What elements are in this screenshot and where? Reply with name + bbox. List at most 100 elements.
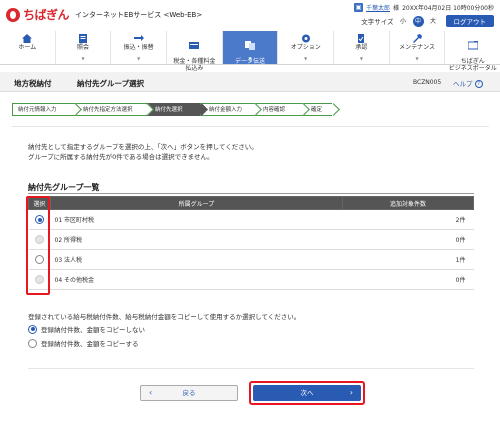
group-count: 1件 [342, 249, 474, 270]
chevron-down-icon: ▼ [81, 56, 85, 62]
group-name: 01 市区町村税 [50, 209, 343, 230]
instruction-line-2: グループに所属する納付先が0件である場合は選択できません。 [28, 153, 214, 161]
col-group: 所属グループ [50, 196, 343, 210]
font-medium-button[interactable]: 中 [412, 15, 424, 27]
nav-approval-label: 承認 [355, 44, 368, 51]
maintenance-icon [413, 34, 423, 43]
header: ちばぎん インターネットEBサービス <Web-EB> ▣ 千葉太郎 様 20X… [0, 0, 500, 30]
font-small-button[interactable]: 小 [398, 16, 409, 27]
chevron-down-icon: ▼ [359, 56, 363, 62]
nav-inquiry[interactable]: 照会 ▼ [56, 31, 112, 64]
option-icon [301, 34, 310, 43]
group-name: 04 その他税金 [50, 269, 343, 290]
group-name: 03 法人税 [50, 249, 343, 270]
font-size-label: 文字サイズ [361, 18, 394, 26]
logout-button[interactable]: ログアウト [445, 15, 494, 27]
nav-option[interactable]: オプション ▼ [278, 31, 335, 64]
page-subtitle: 納付先グループ選択 [77, 79, 145, 88]
page-title: 地方税納付 [14, 79, 52, 88]
nav-option-label: オプション [290, 44, 321, 51]
nav-maintenance[interactable]: メンテナンス ▼ [390, 31, 446, 64]
nav-maintenance-label: メンテナンス [399, 44, 435, 51]
step-label: 納付金額入力 [209, 107, 243, 113]
divider [28, 193, 474, 194]
screen-code: BCZN005 [413, 79, 442, 86]
help-link[interactable]: ヘルプ ? [453, 78, 483, 88]
tax-payment-icon [189, 41, 200, 49]
chevron-down-icon: ▼ [248, 56, 252, 62]
group-list-title: 納付先グループ一覧 [28, 183, 100, 192]
nav-tax-payment-label: 税金・各種料金 払込み [173, 57, 216, 72]
user-icon: ▣ [354, 3, 364, 12]
font-size-selector: 文字サイズ 小 中 大 ログアウト [361, 15, 494, 27]
user-suffix: 様 [393, 5, 400, 12]
user-info: ▣ 千葉太郎 様 20XX年04月02日 10時00分00秒 [354, 3, 494, 12]
group-count: 2件 [342, 209, 474, 230]
group-count: 0件 [342, 269, 474, 290]
table-row[interactable]: 01 市区町村税 2件 [28, 209, 474, 230]
table-row: 02 所得税 0件 [28, 229, 474, 250]
copy-option-yes[interactable]: 登録納付件数、金額をコピーする [28, 338, 139, 348]
nav-data-transfer[interactable]: データ伝送 (総合振込等) ▼ [222, 31, 279, 72]
service-name: インターネットEBサービス <Web-EB> [75, 10, 203, 19]
instruction-line-1: 納付先として指定するグループを選択の上、「次へ」ボタンを押してください。 [28, 143, 258, 151]
back-button-label: 戻る [182, 389, 196, 397]
group-name: 02 所得税 [50, 229, 343, 250]
step-indicator: 納付元情報入力 納付先指定方法選択 納付先選択 納付金額入力 内容確認 確定 [12, 103, 340, 116]
next-button-highlight [249, 381, 365, 405]
brand-logo[interactable]: ちばぎん インターネットEBサービス <Web-EB> [6, 6, 202, 23]
help-icon: ? [474, 80, 483, 88]
transfer-icon [133, 35, 144, 41]
inquiry-icon [79, 34, 87, 43]
back-button[interactable]: ‹ 戻る [140, 385, 238, 401]
table-row[interactable]: 03 法人税 1件 [28, 249, 474, 270]
page-title-bar: 地方税納付 納付先グループ選択 BCZN005 ヘルプ ? [0, 72, 500, 92]
copy-option-label: 登録納付件数、金額をコピーしない [41, 326, 145, 334]
step-label: 納付先指定方法選択 [83, 107, 133, 113]
chevron-down-icon: ▼ [304, 56, 308, 62]
nav-transfer[interactable]: 振込・振替 ▼ [111, 31, 168, 64]
nav-business-portal[interactable]: ちばぎん ビジネスポータル [445, 31, 500, 72]
user-name-link[interactable]: 千葉太郎 [366, 3, 390, 12]
approval-icon [358, 34, 365, 43]
chevron-down-icon: ▼ [415, 56, 419, 62]
step-4: 納付金額入力 [200, 103, 262, 116]
font-large-button[interactable]: 大 [428, 16, 439, 27]
col-count: 追加対象件数 [342, 196, 474, 210]
copy-yes-radio[interactable] [28, 338, 37, 348]
table-row: 04 その他税金 0件 [28, 269, 474, 290]
portal-icon [467, 40, 478, 50]
nav-home[interactable]: ホーム [0, 31, 56, 64]
step-label: 内容確認 [263, 107, 286, 113]
select-column-highlight [26, 196, 50, 295]
step-label: 納付元情報入力 [18, 107, 57, 113]
chevron-left-icon: ‹ [149, 388, 153, 397]
copy-question: 登録されている給与税納付件数、給与税納付金額をコピーして使用するか選択してくださ… [28, 313, 301, 321]
instructions: 納付先として指定するグループを選択の上、「次へ」ボタンを押してください。 グルー… [28, 142, 258, 162]
data-transfer-icon [245, 40, 256, 50]
nav-inquiry-label: 照会 [77, 44, 90, 51]
copy-option-no[interactable]: 登録納付件数、金額をコピーしない [28, 324, 145, 334]
group-table: 選択 所属グループ 追加対象件数 01 市区町村税 2件 02 所得税 0件 0… [28, 196, 474, 290]
step-3-current: 納付先選択 [146, 103, 208, 116]
divider [28, 368, 474, 369]
brand-name: ちばぎん [23, 8, 70, 22]
nav-approval[interactable]: 承認 ▼ [334, 31, 390, 64]
nav-home-label: ホーム [18, 44, 37, 51]
help-label: ヘルプ [453, 80, 473, 88]
step-2: 納付先指定方法選択 [74, 103, 154, 116]
step-1: 納付元情報入力 [12, 103, 82, 116]
chibagin-logo-icon [6, 7, 20, 22]
group-count: 0件 [342, 229, 474, 250]
nav-transfer-label: 振込・振替 [123, 44, 154, 51]
nav-business-portal-label: ちばぎん ビジネスポータル [448, 57, 497, 72]
chevron-down-icon: ▼ [137, 56, 141, 62]
nav-tax-payment[interactable]: 税金・各種料金 払込み [167, 31, 223, 72]
home-icon [22, 34, 33, 43]
step-label: 納付先選択 [155, 107, 183, 113]
copy-no-radio[interactable] [28, 324, 37, 334]
step-label: 確定 [311, 107, 323, 113]
global-nav: ホーム 照会 ▼ 振込・振替 ▼ 税金・各種料金 払込み データ伝送 (総合振込… [0, 31, 500, 72]
copy-option-label: 登録納付件数、金額をコピーする [41, 340, 139, 348]
login-datetime: 20XX年04月02日 10時00分00秒 [402, 5, 494, 12]
